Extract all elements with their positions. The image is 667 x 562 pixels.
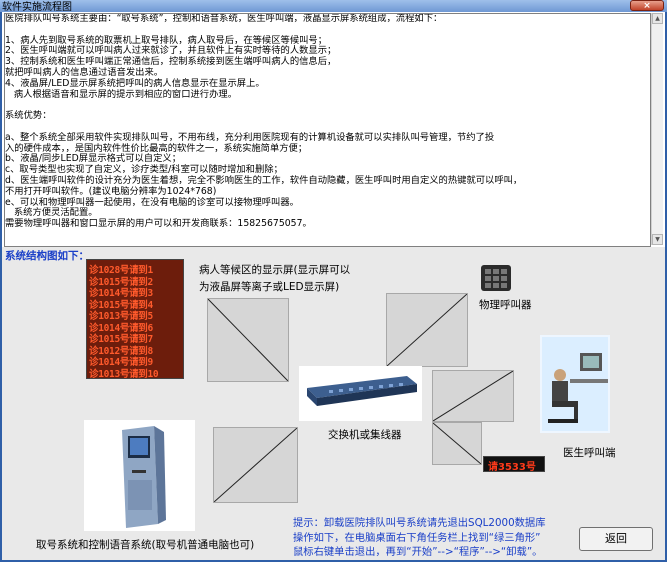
hint-line-2: 操作如下，在电脑桌面右下角任务栏上找到“绿三角形” (293, 531, 541, 544)
description-line (5, 25, 650, 36)
description-textbox[interactable]: 医院排队叫号系统主要由：“取号系统”，控制和语音系统，医生呼叫端，液晶显示屏系统… (4, 13, 651, 247)
physical-caller-icon (479, 263, 513, 293)
description-line: 需要物理呼叫器和窗口显示屏的用户可以和开发商联系：15825675057。 (5, 218, 312, 230)
description-line: 系统优势： (5, 110, 52, 122)
connector-box-2 (386, 293, 468, 367)
connector-box-3 (432, 370, 514, 422)
description-line: 不用打开呼叫软件。(建议电脑分辨率为1024*768) (5, 185, 217, 197)
vertical-scrollbar[interactable]: ▲ ▼ (651, 13, 663, 245)
connector-box-5 (213, 427, 298, 503)
description-line: e、可以和物理呼叫器一起使用，在没有电脑的诊室可以接物理呼叫器。 (5, 196, 299, 208)
network-switch-image (299, 366, 422, 421)
connector-box-1 (207, 298, 289, 382)
uninstall-hint: 提示：卸载医院排队叫号系统请先退出SQL2000数据库 操作如下，在电脑桌面右下… (293, 516, 593, 560)
diagram-heading: 系统结构图如下： (5, 250, 89, 262)
scroll-down-icon[interactable]: ▼ (652, 234, 663, 245)
ticket-kiosk-image (84, 420, 195, 531)
display-label-line2: 为液晶屏等离子或LED显示屏) (199, 281, 340, 293)
scroll-up-icon[interactable]: ▲ (652, 13, 663, 24)
led-display-image: 诊1028号请到1 诊1015号请到2 诊1014号请到3 诊1015号请到4 诊101… (86, 259, 184, 379)
display-label-line1: 病人等候区的显示屏(显示屏可以 (199, 264, 351, 276)
doctor-workstation-image (540, 335, 610, 433)
description-line (5, 100, 650, 111)
small-led-display-image: 请3533号 (483, 456, 545, 473)
description-line: a、整个系统全部采用软件实现排队叫号，不用布线，充分利用医院现有的计算机设备就可… (5, 131, 495, 143)
led-row: 诊1013号请到10 (89, 368, 159, 379)
close-button[interactable]: × (630, 0, 664, 11)
description-line: 医院排队叫号系统主要由：“取号系统”，控制和语音系统，医生呼叫端，液晶显示屏系统… (5, 13, 443, 24)
description-line: 4、液晶屏/LED显示屏系统把呼叫的病人信息显示在显示屏上。 (5, 77, 265, 89)
hint-line-1: 提示：卸载医院排队叫号系统请先退出SQL2000数据库 (293, 517, 546, 529)
description-line: 病人根据语音和显示屏的提示到相应的窗口进行办理。 (5, 88, 237, 100)
return-button[interactable]: 返回 (579, 527, 653, 551)
doctor-caller-label: 医生呼叫端 (563, 447, 616, 459)
physical-caller-label: 物理呼叫器 (479, 299, 532, 311)
switch-label: 交换机或集线器 (328, 429, 402, 441)
connector-box-4 (432, 422, 482, 465)
title-bar: 软件实施流程图 (0, 0, 667, 13)
small-led-text: 请3533号 (488, 462, 536, 473)
hint-line-3: 鼠标右键单击退出，再到“开始”-->“程序”-->“卸载”。 (293, 546, 543, 558)
kiosk-label: 取号系统和控制语音系统(取号机普通电脑也可) (36, 539, 255, 551)
